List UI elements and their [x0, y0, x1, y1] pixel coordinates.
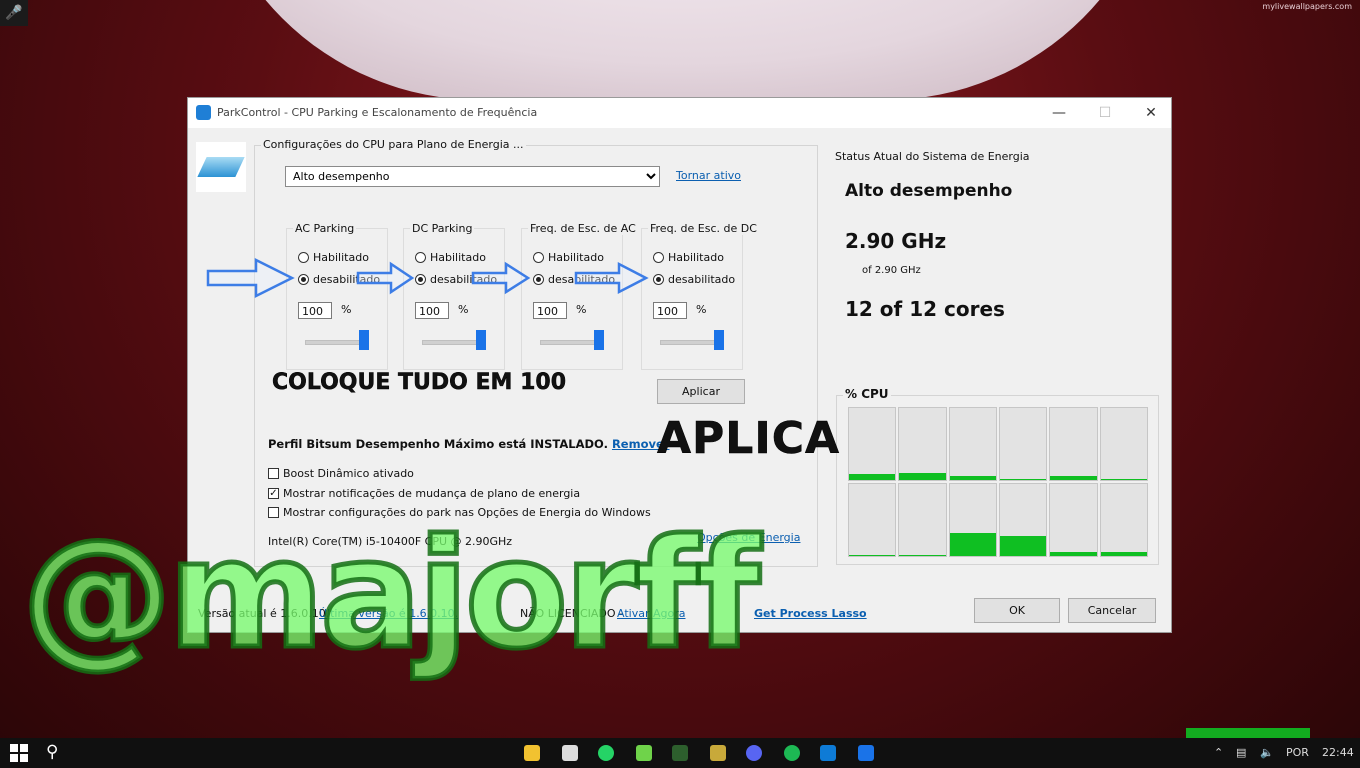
power-plan-select[interactable]: Alto desempenho: [285, 166, 660, 187]
close-button[interactable]: ✕: [1128, 98, 1174, 128]
cpu-core-load-bar: [849, 554, 896, 556]
ok-button[interactable]: OK: [974, 598, 1060, 623]
status-frequency-of: of 2.90 GHz: [862, 265, 921, 276]
cpu-core-cell: [948, 483, 997, 557]
status-frequency: 2.90 GHz: [845, 229, 947, 253]
profile-status: Perfil Bitsum Desempenho Máximo está INS…: [268, 437, 669, 451]
cancel-button[interactable]: Cancelar: [1068, 598, 1156, 623]
checkbox-box[interactable]: ✓: [268, 488, 279, 499]
cpu-core-cell: [1099, 407, 1148, 481]
cpu-core-load-bar: [999, 478, 1047, 480]
percent-unit: %: [576, 303, 587, 316]
cpu-core-cell: [898, 483, 947, 557]
wallpaper-watermark: mylivewallpapers.com: [1262, 2, 1352, 11]
cpu-core-cell: [848, 407, 897, 481]
window-title: ParkControl - CPU Parking e Escalonament…: [217, 106, 538, 119]
parking-group-title: DC Parking: [410, 222, 475, 235]
cpu-core-load-bar: [899, 555, 946, 556]
cpu-core-load-bar: [999, 535, 1047, 556]
clock[interactable]: 22:44: [1322, 746, 1354, 759]
network-icon[interactable]: ▤: [1236, 746, 1246, 759]
microphone-icon[interactable]: 🎤: [0, 0, 28, 26]
wallpaper-moon: [200, 0, 1165, 100]
watermark-handle: @majorff: [19, 508, 762, 682]
parking-group-title: Freq. de Esc. de DC: [648, 222, 759, 235]
search-icon[interactable]: ⚲: [46, 742, 58, 762]
cpu-core-load-bar: [1050, 551, 1097, 556]
app-icon-3[interactable]: [672, 745, 688, 761]
spotify-icon[interactable]: [784, 745, 800, 761]
slider-thumb[interactable]: [359, 330, 369, 350]
percent-unit: %: [696, 303, 707, 316]
radio-label: desabilitado: [668, 272, 736, 286]
cpu-core-load-bar: [1050, 475, 1097, 480]
cpu-core-cell: [848, 483, 897, 557]
minimize-button[interactable]: —: [1036, 98, 1082, 128]
process-lasso-link[interactable]: Get Process Lasso: [754, 607, 867, 620]
close-icon: ✕: [1145, 105, 1157, 121]
percent-input[interactable]: 100: [533, 302, 567, 319]
radio-label: Habilitado: [668, 250, 724, 264]
slider-thumb[interactable]: [714, 330, 724, 350]
app-icon-5[interactable]: [820, 745, 836, 761]
language-indicator[interactable]: POR: [1286, 746, 1309, 759]
title-bar[interactable]: ParkControl - CPU Parking e Escalonament…: [188, 98, 1171, 128]
minimize-icon: —: [1052, 105, 1066, 121]
cpu-core-cell: [1099, 483, 1148, 557]
annotation-arrows: [206, 258, 649, 299]
checkbox-notifications[interactable]: ✓ Mostrar notificações de mudança de pla…: [268, 487, 580, 500]
checkbox-label: Mostrar notificações de mudança de plano…: [283, 487, 581, 500]
whatsapp-icon[interactable]: [598, 745, 614, 761]
config-group-legend: Configurações do CPU para Plano de Energ…: [261, 138, 526, 151]
cpu-core-grid: [848, 407, 1148, 557]
cpu-core-load-bar: [849, 474, 896, 480]
chevron-up-icon[interactable]: ⌃: [1214, 746, 1223, 759]
parkcontrol-taskbar-icon[interactable]: [858, 745, 874, 761]
cpu-core-cell: [998, 407, 1048, 481]
percent-input[interactable]: 100: [653, 302, 687, 319]
checkbox-label: Boost Dinâmico ativado: [283, 467, 414, 480]
app-icon-4[interactable]: [710, 745, 726, 761]
cpu-core-cell: [1049, 483, 1098, 557]
app-icon: [196, 105, 211, 120]
slider-thumb[interactable]: [476, 330, 486, 350]
app-icon-1[interactable]: [562, 745, 578, 761]
cpu-core-load-bar: [949, 476, 996, 480]
cpu-core-load-bar: [949, 532, 996, 556]
windows-start-icon[interactable]: [10, 744, 28, 762]
parking-group-title: AC Parking: [293, 222, 357, 235]
make-active-link[interactable]: Tornar ativo: [676, 169, 741, 182]
cpu-core-load-bar: [1100, 552, 1147, 556]
parkcontrol-logo: [196, 142, 246, 192]
percent-unit: %: [458, 303, 469, 316]
maximize-icon: ☐: [1098, 105, 1112, 121]
apply-button[interactable]: Aplicar: [657, 379, 745, 404]
checkbox-box[interactable]: [268, 468, 279, 479]
cpu-core-cell: [998, 483, 1048, 557]
file-explorer-icon[interactable]: [524, 745, 540, 761]
checkbox-dynamic-boost[interactable]: Boost Dinâmico ativado: [268, 467, 414, 480]
percent-input[interactable]: 100: [415, 302, 449, 319]
cpu-core-cell: [948, 407, 997, 481]
discord-icon[interactable]: [746, 745, 762, 761]
cpu-core-cell: [1049, 407, 1098, 481]
status-plan: Alto desempenho: [845, 181, 1013, 201]
maximize-button[interactable]: ☐: [1082, 98, 1128, 128]
status-cores: 12 of 12 cores: [845, 297, 1005, 321]
status-legend: Status Atual do Sistema de Energia: [835, 150, 1030, 163]
cpu-usage-legend: % CPU: [843, 387, 891, 401]
annotation-apply: APLICA: [657, 413, 841, 465]
slider-thumb[interactable]: [594, 330, 604, 350]
percent-input[interactable]: 100: [298, 302, 332, 319]
cpu-core-load-bar: [1100, 479, 1147, 480]
volume-icon[interactable]: 🔈: [1260, 746, 1274, 759]
profile-text: Perfil Bitsum Desempenho Máximo está INS…: [268, 437, 608, 451]
percent-unit: %: [341, 303, 352, 316]
cpu-core-load-bar: [899, 472, 946, 480]
cpu-core-cell: [898, 407, 947, 481]
parking-group-title: Freq. de Esc. de AC: [528, 222, 638, 235]
taskbar: ⚲ ⌃ ▤ 🔈 POR 22:44: [0, 738, 1360, 768]
annotation-put-all-100: COLOQUE TUDO EM 100: [272, 370, 567, 396]
app-icon-2[interactable]: [636, 745, 652, 761]
